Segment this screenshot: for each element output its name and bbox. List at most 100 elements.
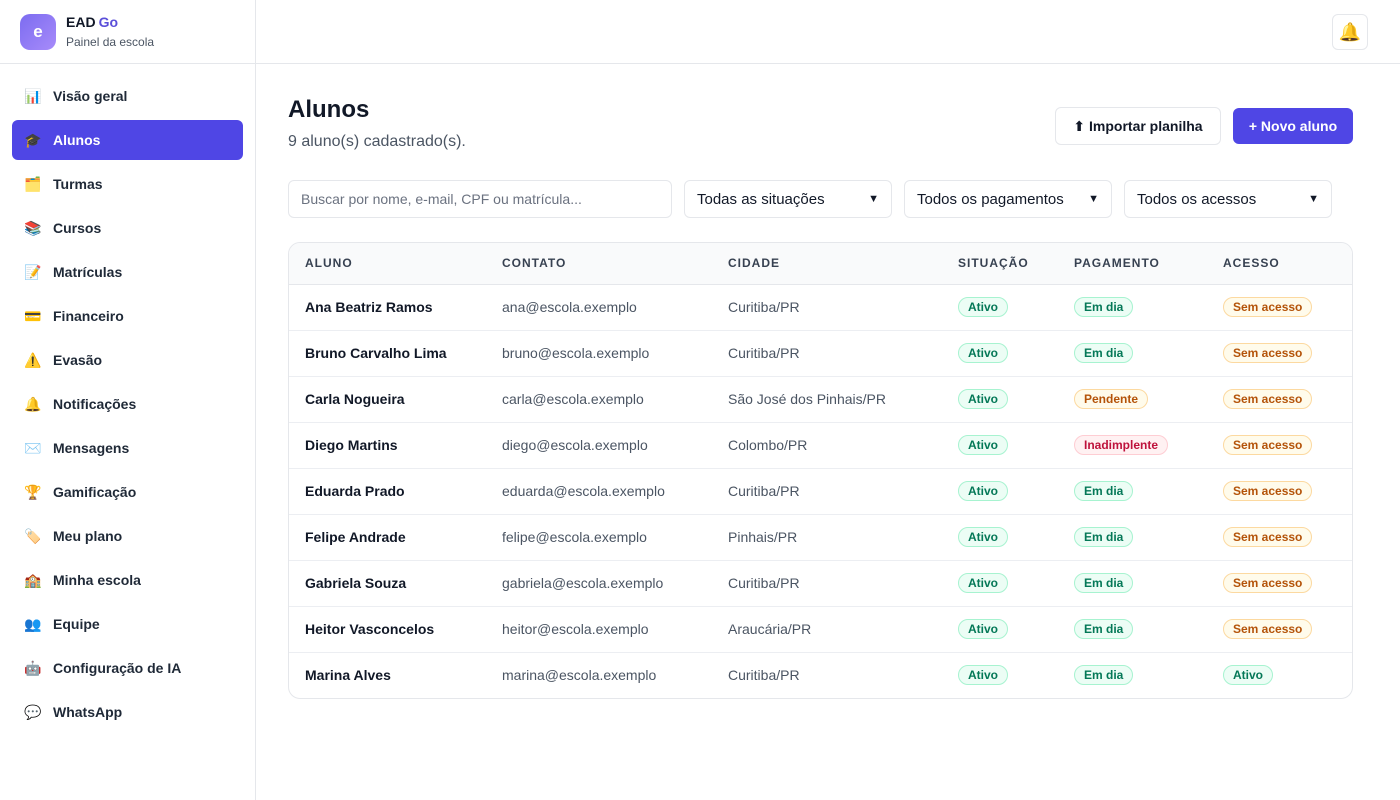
student-contact: eduarda@escola.exemplo — [502, 483, 665, 499]
student-name: Eduarda Prado — [305, 483, 405, 499]
sidebar-item-label: Visão geral — [53, 88, 128, 104]
student-contact: ana@escola.exemplo — [502, 299, 637, 315]
payment-badge: Em dia — [1074, 665, 1134, 686]
payment-cell: Em dia — [1058, 652, 1207, 698]
student-city: Pinhais/PR — [728, 529, 798, 545]
access-cell: Sem acesso — [1207, 330, 1352, 376]
table-row[interactable]: Carla Nogueira carla@escola.exemplo São Jo… — [289, 376, 1352, 422]
sidebar: e EAD Go Painel da escola 📊 Visão geral 🎓 Al… — [0, 0, 256, 800]
sidebar-item-turmas[interactable]: 🗂️ Turmas — [12, 164, 243, 204]
header-col-aluno: ALUNO — [289, 243, 486, 285]
sidebar-item-visao-geral[interactable]: 📊 Visão geral — [12, 76, 243, 116]
import-spreadsheet-button[interactable]: ⬆ Importar planilha — [1055, 107, 1221, 145]
situation-cell: Ativo — [942, 376, 1058, 422]
header-col-acesso: ACESSO — [1207, 243, 1352, 285]
search-input[interactable] — [288, 180, 672, 218]
sidebar-item-label: Equipe — [53, 616, 100, 632]
table-row[interactable]: Bruno Carvalho Lima bruno@escola.exemplo C… — [289, 330, 1352, 376]
student-city: Curitiba/PR — [728, 483, 800, 499]
sidebar-item-notificacoes[interactable]: 🔔 Notificações — [12, 384, 243, 424]
table-row[interactable]: Felipe Andrade felipe@escola.exemplo Pinha… — [289, 514, 1352, 560]
brand-subtitle: Painel da escola — [66, 35, 155, 49]
table-row[interactable]: Eduarda Prado eduarda@escola.exemplo Curit… — [289, 468, 1352, 514]
page-subtitle: 9 aluno(s) cadastrado(s). — [288, 133, 466, 150]
access-badge: Sem acesso — [1223, 481, 1313, 501]
payment-badge: Pendente — [1074, 389, 1149, 409]
student-name: Diego Martins — [305, 437, 398, 453]
chevron-down-icon: ▼ — [1088, 193, 1099, 205]
graduation-cap-icon: 🎓 — [24, 131, 42, 148]
sidebar-item-evasao[interactable]: ⚠️ Evasão — [12, 340, 243, 380]
student-contact: gabriela@escola.exemplo — [502, 575, 664, 591]
brand-name: EAD Go — [66, 14, 154, 31]
sidebar-item-minha-escola[interactable]: 🏫 Minha escola — [12, 560, 243, 600]
table-row[interactable]: Gabriela Souza gabriela@escola.exemplo Cur… — [289, 560, 1352, 606]
sidebar-item-matriculas[interactable]: 📝 Matrículas — [12, 252, 243, 292]
sidebar-item-label: Matrículas — [53, 264, 123, 280]
sidebar-item-alunos[interactable]: 🎓 Alunos — [12, 120, 243, 160]
sidebar-item-cursos[interactable]: 📚 Cursos — [12, 208, 243, 248]
bell-icon: 🔔 — [24, 395, 42, 412]
payment-cell: Em dia — [1058, 560, 1207, 606]
student-contact: marina@escola.exemplo — [502, 667, 657, 684]
situation-cell: Ativo — [942, 468, 1058, 514]
situation-filter-value: Todas as situações — [697, 190, 825, 208]
access-cell: Sem acesso — [1207, 468, 1352, 514]
chevron-down-icon: ▼ — [868, 193, 879, 205]
payment-badge: Inadimplente — [1074, 435, 1169, 455]
sidebar-item-gamificacao[interactable]: 🏆 Gamificação — [12, 472, 243, 512]
sidebar-item-financeiro[interactable]: 💳 Financeiro — [12, 296, 243, 336]
payment-badge: Em dia — [1074, 619, 1134, 639]
new-student-button[interactable]: + Novo aluno — [1233, 108, 1353, 144]
situation-cell: Ativo — [942, 330, 1058, 376]
sidebar-item-mensagens[interactable]: ✉️ Mensagens — [12, 428, 243, 468]
table-row[interactable]: Diego Martins diego@escola.exemplo Colombo… — [289, 422, 1352, 468]
sidebar-item-equipe[interactable]: 👥 Equipe — [12, 604, 243, 644]
student-city: Curitiba/PR — [728, 667, 800, 684]
sidebar-item-whatsapp[interactable]: 💬 WhatsApp — [12, 692, 243, 732]
payment-filter-select[interactable]: Todos os pagamentos ▼ — [904, 180, 1112, 218]
sidebar-item-label: Minha escola — [53, 572, 141, 588]
credit-card-icon: 💳 — [24, 307, 42, 324]
access-badge: Sem acesso — [1223, 297, 1313, 317]
books-icon: 📚 — [24, 219, 42, 236]
access-cell: Sem acesso — [1207, 560, 1352, 606]
access-cell: Sem acesso — [1207, 422, 1352, 468]
student-city: São José dos Pinhais/PR — [728, 391, 886, 407]
access-cell: Sem acesso — [1207, 376, 1352, 422]
situation-filter-select[interactable]: Todas as situações ▼ — [684, 180, 892, 218]
sidebar-item-configuracao-ia[interactable]: 🤖 Configuração de IA — [12, 648, 243, 688]
brand[interactable]: e EAD Go Painel da escola — [0, 0, 255, 64]
table-row[interactable]: Ana Beatriz Ramos ana@escola.exemplo Curit… — [289, 284, 1352, 330]
payment-badge: Em dia — [1074, 481, 1134, 501]
situation-cell: Ativo — [942, 606, 1058, 652]
sidebar-item-meu-plano[interactable]: 🏷️ Meu plano — [12, 516, 243, 556]
table-row[interactable]: Heitor Vasconcelos heitor@escola.exemplo A… — [289, 606, 1352, 652]
access-filter-select[interactable]: Todos os acessos ▼ — [1124, 180, 1332, 218]
table-row[interactable]: Marina Alves marina@escola.exemplo Curitib… — [289, 652, 1352, 698]
payment-cell: Inadimplente — [1058, 422, 1207, 468]
notifications-button[interactable]: 🔔 — [1332, 14, 1368, 50]
memo-icon: 📝 — [24, 263, 42, 280]
speech-bubble-icon: 💬 — [24, 703, 42, 720]
payment-filter-value: Todos os pagamentos — [917, 190, 1064, 208]
payment-cell: Pendente — [1058, 376, 1207, 422]
payment-cell: Em dia — [1058, 514, 1207, 560]
access-badge: Sem acesso — [1223, 573, 1313, 593]
access-filter-value: Todos os acessos — [1137, 190, 1257, 208]
student-name: Carla Nogueira — [305, 391, 405, 407]
tag-icon: 🏷️ — [24, 527, 42, 544]
student-name: Heitor Vasconcelos — [305, 621, 435, 637]
sidebar-item-label: Mensagens — [53, 440, 130, 456]
chart-icon: 📊 — [24, 87, 42, 104]
chevron-down-icon: ▼ — [1308, 193, 1319, 205]
payment-badge: Em dia — [1074, 343, 1134, 363]
situation-badge: Ativo — [958, 389, 1008, 409]
situation-cell: Ativo — [942, 652, 1058, 698]
situation-badge: Ativo — [958, 665, 1008, 686]
payment-badge: Em dia — [1074, 527, 1134, 547]
access-cell: Sem acesso — [1207, 514, 1352, 560]
sidebar-item-label: Meu plano — [53, 528, 123, 544]
access-badge: Sem acesso — [1223, 527, 1313, 547]
payment-badge: Em dia — [1074, 573, 1134, 593]
